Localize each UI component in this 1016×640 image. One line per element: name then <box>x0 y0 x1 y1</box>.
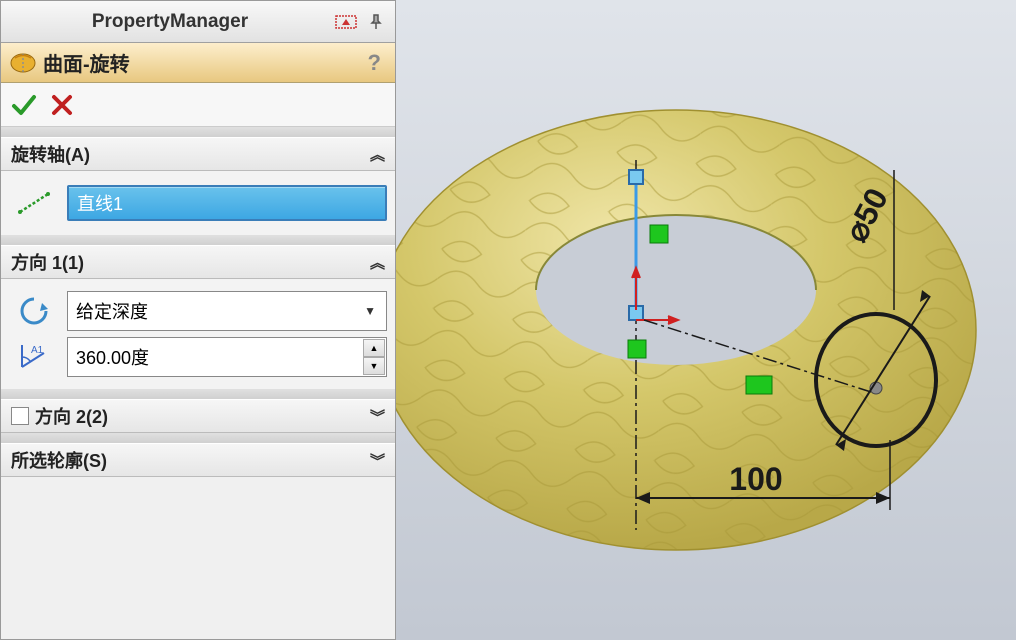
angle-value: 360.00度 <box>76 344 149 370</box>
panel-title: PropertyManager <box>7 11 333 33</box>
linear-dimension[interactable]: 100 <box>729 461 782 497</box>
axis-section-body: 直线1 <box>1 171 395 235</box>
torus-model[interactable] <box>396 110 976 550</box>
contours-section-header[interactable]: 所选轮廓(S) ︾ <box>1 443 395 477</box>
chevron-up-icon: ︽ <box>370 252 385 273</box>
feature-row: 曲面-旋转 ? <box>1 43 395 83</box>
angle-icon: A1 <box>9 337 59 377</box>
panel-header: PropertyManager <box>1 1 395 43</box>
direction1-section-header[interactable]: 方向 1(1) ︽ <box>1 245 395 279</box>
constraint-marker[interactable] <box>746 376 772 394</box>
axis-selection-input[interactable]: 直线1 <box>67 185 387 221</box>
chevron-up-icon: ︽ <box>370 144 385 165</box>
direction2-section-label: 方向 2(2) <box>35 403 108 429</box>
feature-title: 曲面-旋转 <box>43 48 356 77</box>
axis-section-header[interactable]: 旋转轴(A) ︽ <box>1 137 395 171</box>
help-icon[interactable]: ? <box>362 50 387 76</box>
chevron-down-icon: ︾ <box>370 406 385 427</box>
angle-spin-up[interactable]: ▲ <box>363 339 385 357</box>
constraint-marker[interactable] <box>628 340 646 358</box>
pin-icon[interactable] <box>363 11 389 33</box>
direction1-section-body: 给定深度 A1 360.00度 ▲ ▼ <box>1 279 395 389</box>
direction2-checkbox[interactable] <box>11 407 29 425</box>
graphics-viewport[interactable]: ⌀50 100 <box>396 0 1016 640</box>
property-manager-panel: PropertyManager 曲面-旋转 ? <box>0 0 396 640</box>
cancel-button[interactable] <box>47 90 77 120</box>
angle-input[interactable]: 360.00度 ▲ ▼ <box>67 337 387 377</box>
revolve-surface-icon <box>9 49 37 77</box>
reverse-direction-icon[interactable] <box>9 291 59 331</box>
contours-section-label: 所选轮廓(S) <box>11 447 107 473</box>
axis-selection-value: 直线1 <box>77 190 123 216</box>
direction1-section-label: 方向 1(1) <box>11 249 84 275</box>
end-condition-dropdown[interactable]: 给定深度 <box>67 291 387 331</box>
endpoint-handle[interactable] <box>629 170 643 184</box>
chevron-down-icon: ︾ <box>370 450 385 471</box>
constraint-marker[interactable] <box>650 225 668 243</box>
end-condition-value: 给定深度 <box>76 298 148 324</box>
confirm-row <box>1 83 395 127</box>
header-icon-group <box>333 11 389 33</box>
svg-text:A1: A1 <box>31 345 44 356</box>
expand-icon[interactable] <box>333 11 359 33</box>
axis-section-label: 旋转轴(A) <box>11 141 90 167</box>
ok-button[interactable] <box>9 90 39 120</box>
direction2-section-header[interactable]: 方向 2(2) ︾ <box>1 399 395 433</box>
angle-spin-down[interactable]: ▼ <box>363 357 385 375</box>
axis-icon <box>9 183 59 223</box>
